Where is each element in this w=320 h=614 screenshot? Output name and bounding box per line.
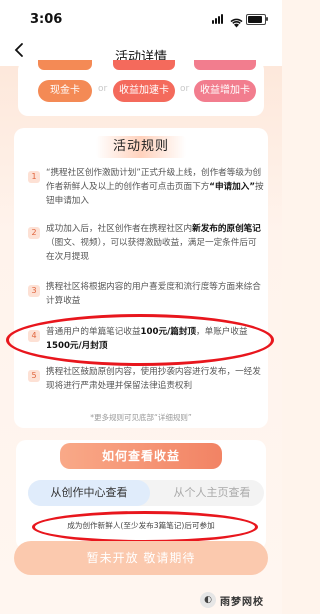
rule-number: 3 [28, 285, 40, 297]
rule-number: 2 [28, 227, 40, 239]
card-image [194, 60, 256, 70]
wechat-logo-icon: ◐ [200, 592, 216, 608]
tab-personal-homepage[interactable]: 从个人主页查看 [160, 480, 264, 506]
rule-number: 1 [28, 171, 40, 183]
card-image [113, 60, 175, 70]
watermark-name: 雨梦网校 [220, 596, 264, 608]
or-separator: or [98, 84, 108, 94]
watermark: ◐ 雨梦网校 [200, 592, 264, 608]
cash-card-pill[interactable]: 现金卡 [38, 80, 92, 102]
earnings-title: 如何查看收益 [60, 443, 222, 469]
or-separator: or [180, 84, 190, 94]
signal-icon [212, 14, 223, 24]
rule-number: 5 [28, 370, 40, 382]
annotation-oval [6, 314, 274, 366]
status-time: 3:06 [30, 12, 63, 27]
card-image [38, 60, 92, 70]
earning-boost-card-pill[interactable]: 收益加速卡 [113, 80, 175, 102]
rule-text: 携程社区鼓励原创内容，使用抄袭内容进行发布，一经发现将进行严肃处理并保留法律追责… [46, 367, 261, 391]
battery-icon [246, 14, 268, 25]
annotation-oval [32, 511, 258, 543]
tab-creator-center[interactable]: 从创作中心查看 [28, 480, 150, 506]
rule-text: “携程社区创作激励计划”正式升级上线，创作者等级为创作者新鲜人及以上的创作者可点… [46, 168, 264, 206]
rule-text: 成功加入后，社区创作者在携程社区内新发布的原创笔记（图文、视频），可以获得激励收… [46, 224, 261, 262]
apply-button[interactable]: 暂未开放 敬请期待 [14, 541, 268, 575]
wifi-icon [230, 13, 243, 32]
rule-text: 携程社区将根据内容的用户喜爱度和流行度等方面来综合计算收益 [46, 282, 261, 306]
rules-footnote: *更多规则可见底部“详细规则” [90, 413, 192, 422]
rules-title: 活动规则 [96, 136, 186, 158]
earning-increase-card-pill[interactable]: 收益增加卡 [194, 80, 256, 102]
